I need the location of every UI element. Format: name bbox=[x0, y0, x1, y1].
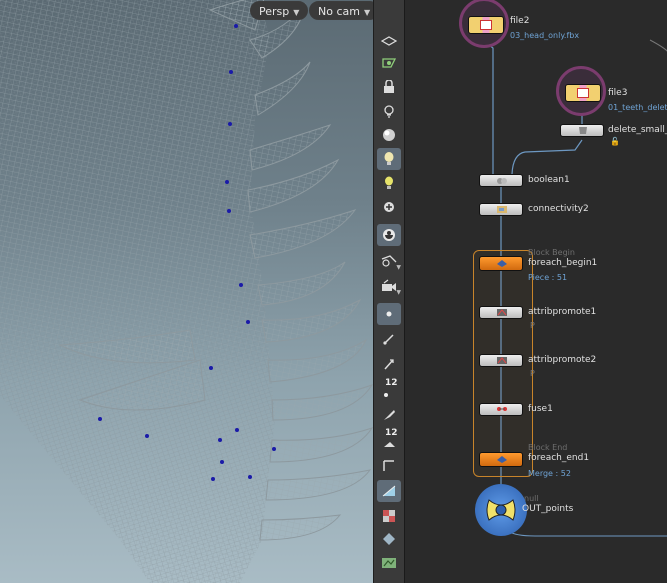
point-number-icon[interactable]: 12 bbox=[377, 378, 401, 400]
node-label-delete-small: delete_small_ bbox=[608, 125, 667, 135]
network-editor[interactable]: file2 03_head_only.fbx file3 01_teeth_de… bbox=[404, 0, 667, 583]
display-toolbar: ▼ ▼ 12 12 bbox=[373, 0, 405, 583]
null-icon bbox=[486, 499, 516, 521]
camera-menu-button[interactable]: Persp ▼ bbox=[250, 1, 309, 20]
fuse-icon bbox=[497, 407, 507, 411]
node-sub-foreach-begin1: Piece : 51 bbox=[528, 273, 568, 282]
node-label-file2: file2 bbox=[510, 16, 530, 26]
lock-icon[interactable] bbox=[377, 76, 401, 98]
node-header-foreach-end1: Block End bbox=[528, 443, 568, 452]
snapping-icon[interactable] bbox=[377, 480, 401, 502]
light-icon[interactable] bbox=[377, 100, 401, 122]
ghost-icon[interactable] bbox=[377, 197, 401, 219]
node-out-points[interactable] bbox=[475, 484, 527, 536]
node-label-foreach-end1: foreach_end1 bbox=[528, 453, 590, 463]
vector-display-icon[interactable] bbox=[377, 353, 401, 375]
background-icon[interactable] bbox=[377, 552, 401, 574]
node-foreach-end1[interactable] bbox=[479, 452, 523, 467]
lock-icon: 🔓 bbox=[610, 137, 620, 146]
wireframe-mesh bbox=[0, 0, 373, 583]
attribpromote-icon bbox=[497, 309, 507, 316]
node-label-fuse1: fuse1 bbox=[528, 404, 553, 414]
prim-number-icon[interactable]: 12 bbox=[377, 428, 401, 450]
node-file2[interactable] bbox=[459, 0, 509, 48]
headlight-icon[interactable] bbox=[377, 148, 401, 170]
safe-area-icon[interactable] bbox=[377, 528, 401, 550]
file-icon bbox=[480, 20, 492, 30]
node-label-boolean1: boolean1 bbox=[528, 175, 570, 185]
foreach-icon bbox=[497, 456, 507, 463]
node-connectivity2[interactable] bbox=[479, 203, 523, 216]
node-sub-attribpromote2: P bbox=[530, 369, 535, 378]
prim-number-label: 12 bbox=[385, 428, 398, 438]
node-attribpromote1[interactable] bbox=[479, 306, 523, 319]
camera-dropdown[interactable]: No cam ▼ bbox=[309, 1, 373, 20]
texture-icon[interactable] bbox=[377, 505, 401, 527]
template-icon[interactable] bbox=[377, 52, 401, 74]
scene-viewport[interactable]: Persp ▼ No cam ▼ bbox=[0, 0, 373, 583]
node-file3[interactable] bbox=[556, 66, 606, 116]
node-sub-attribpromote1: P bbox=[530, 321, 535, 330]
camera-dropdown-label: No cam bbox=[318, 5, 360, 18]
node-sub-file2: 03_head_only.fbx bbox=[510, 31, 580, 40]
node-foreach-begin1[interactable] bbox=[479, 256, 523, 271]
visualize-icon[interactable]: ▼ bbox=[377, 250, 401, 272]
point-display-icon[interactable] bbox=[377, 303, 401, 325]
chevron-down-icon: ▼ bbox=[363, 8, 371, 17]
camera-icon[interactable]: ▼ bbox=[377, 275, 401, 297]
chevron-down-icon: ▼ bbox=[293, 8, 300, 17]
node-label-out-points: OUT_points bbox=[522, 504, 574, 514]
brush-icon[interactable] bbox=[377, 404, 401, 426]
node-attribpromote2[interactable] bbox=[479, 354, 523, 367]
light-bulb-icon[interactable] bbox=[377, 172, 401, 194]
camera-menu-label: Persp bbox=[259, 5, 290, 18]
normal-display-icon[interactable] bbox=[377, 328, 401, 350]
node-fuse1[interactable] bbox=[479, 403, 523, 416]
file-icon bbox=[577, 88, 589, 98]
render-icon[interactable] bbox=[377, 224, 401, 246]
boolean-icon bbox=[497, 178, 507, 184]
node-label-attribpromote2: attribpromote2 bbox=[528, 355, 597, 365]
node-label-attribpromote1: attribpromote1 bbox=[528, 307, 597, 317]
node-sub-file3: 01_teeth_delete bbox=[608, 103, 667, 112]
node-label-foreach-begin1: foreach_begin1 bbox=[528, 258, 598, 268]
delete-icon bbox=[579, 127, 587, 134]
node-header-foreach-begin1: Block Begin bbox=[528, 248, 575, 257]
node-delete-small[interactable] bbox=[560, 124, 604, 137]
shading-icon[interactable] bbox=[377, 124, 401, 146]
foreach-icon bbox=[497, 260, 507, 267]
node-sub-foreach-end1: Merge : 52 bbox=[528, 469, 571, 478]
connectivity-icon bbox=[497, 206, 507, 213]
attribpromote-icon bbox=[497, 357, 507, 364]
node-label-file3: file3 bbox=[608, 88, 628, 98]
node-label-connectivity2: connectivity2 bbox=[528, 204, 589, 214]
grid-icon[interactable] bbox=[377, 455, 401, 477]
point-number-label: 12 bbox=[385, 378, 398, 388]
node-boolean1[interactable] bbox=[479, 174, 523, 187]
display-options-icon[interactable] bbox=[377, 30, 401, 52]
